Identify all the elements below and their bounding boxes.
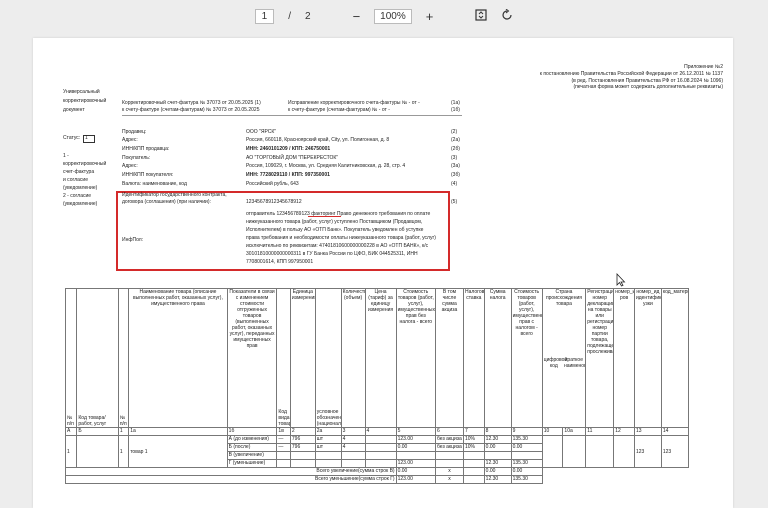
doctype-line-1: Универсальный [63, 89, 100, 95]
contract-value: 12345678912345678912 [246, 199, 302, 205]
appendix-line-2: к постановлению Правительства Российской… [539, 71, 723, 77]
doctype-line-2: корректировочный [63, 98, 107, 104]
appendix-line-4: (печатная форма может содержать дополнит… [573, 84, 723, 90]
th-rate: Налоговая ставка [462, 288, 485, 428]
seller-address-label: Адрес: [122, 137, 138, 143]
mouse-cursor-icon [616, 272, 626, 290]
buyer-inn-label: ИНН/КПП покупателя: [122, 172, 174, 178]
currency-code: (4) [451, 181, 458, 187]
th-tax: Сумма налога [483, 288, 512, 428]
code-1b: (1б) [451, 107, 460, 113]
status-desc-6: 2 - согласие [63, 193, 92, 199]
contract-code: (5) [451, 199, 458, 205]
th-declaration: Регистрационный номер декларации на това… [585, 288, 615, 428]
status-desc-2: корректировочный [63, 161, 107, 167]
th-pos: № п/п [117, 288, 130, 428]
total-increase-row: Всего увеличение(сумма строк В) 0.00 х 0.0… [65, 467, 689, 476]
buyer-address-code: (3а) [451, 163, 460, 169]
correction-line-2: к счету-фактуре (счетам-фактурам) № - от… [288, 107, 390, 113]
th-material-code: код_материала [660, 288, 690, 428]
seller-value: ООО "ЯРСК" [246, 129, 277, 135]
buyer-address-label: Адрес: [122, 163, 138, 169]
infpol-label: ИнфПол: [122, 237, 144, 243]
th-id-shipment: номер_ид идентифик_об_отгр узки [633, 288, 662, 428]
invoice-title: Корректировочный счет-фактура № 37073 от… [122, 100, 261, 106]
th-unit: Единица измерения [289, 288, 316, 428]
th-price: Цена (тариф) за единицу измерения [364, 288, 397, 428]
status-value: 1 [85, 135, 88, 141]
status-label: Статус: [63, 135, 81, 141]
th-indicators: Показатели в связи с изменением стоимост… [226, 288, 278, 428]
contract-label-2: договора (соглашения) (при наличии): [122, 199, 211, 205]
th-id-rows: номер_ид ров [613, 288, 635, 428]
rotate-icon[interactable] [501, 8, 513, 24]
th-excise: В том числе сумма акциза [434, 288, 464, 428]
zoom-in-button[interactable]: + [426, 9, 434, 24]
seller-inn-code: (2б) [451, 146, 460, 152]
th-unit-name: условное обозначение (национальное) [314, 288, 342, 428]
infpol-line-4: права требования и необходимости оплаты … [246, 235, 436, 241]
currency-label: Валюта: наименование, код [122, 181, 187, 187]
seller-address-code: (2а) [451, 137, 460, 143]
doctype-line-3: документ [63, 107, 85, 113]
buyer-code: (3) [451, 155, 458, 161]
page-total: 2 [305, 10, 311, 22]
zoom-level[interactable]: 100% [374, 8, 412, 24]
total-decrease-row: Всего уменьшение(сумма строк Г) 123.00 х 1… [65, 475, 689, 484]
status-desc-3: счет-фактура [63, 169, 95, 175]
table-row: 1 1 товар 1 А (до изменения) —796 шт 4 123.0… [64, 435, 690, 468]
th-qty: Количество (объем) [340, 288, 366, 428]
buyer-address-value: Россия, 109029, г. Москва, ул. Средняя К… [246, 163, 406, 169]
factoring-underline [308, 216, 341, 217]
seller-label: Продавец: [122, 129, 147, 135]
th-cost: Стоимость товаров (работ, услуг), имущес… [395, 288, 436, 428]
correction-line-1: Исправление корректировочного счета-факт… [288, 100, 420, 106]
contract-label-1: Идентификатор государственного контракта… [122, 192, 227, 198]
code-1a: (1а) [451, 100, 460, 106]
buyer-value: АО "ТОРГОВЫЙ ДОМ "ПЕРЕКРЕСТОК" [246, 155, 339, 161]
header-divider [122, 115, 462, 116]
infpol-line-6: 30101810000000000311 в ГУ Банка России п… [246, 251, 418, 257]
table-header-row: № п/п Код товара/ работ, услуг № п/п Наи… [64, 288, 690, 428]
appendix-line-1: Приложение №2 [684, 64, 723, 70]
infpol-line-7: 7708001614, КПП 997950001 [246, 259, 314, 265]
zoom-out-button[interactable]: − [353, 9, 361, 24]
status-desc-5: (уведомление) [63, 185, 98, 191]
seller-address-value: Россия, 660118, Красноярский край, City,… [246, 137, 390, 143]
th-total: Стоимость товаров (работ, услуг), имущес… [510, 288, 543, 428]
column-number-row: А Б 1 1а 1б 1в 2 2а 3 4 5 6 7 8 9 10 10а 11 12 13 14 [64, 427, 690, 436]
page-number-input[interactable]: 1 [254, 8, 275, 24]
th-country: Страна происхождения товара цифровой код… [541, 288, 587, 428]
currency-value: Российский рубль, 643 [246, 181, 299, 187]
status-desc-1: 1 - [63, 153, 69, 159]
page-separator: / [288, 10, 291, 22]
buyer-label: Покупатель: [122, 155, 151, 161]
th-code: Код товара/ работ, услуг [76, 288, 119, 428]
seller-code: (2) [451, 129, 458, 135]
infpol-line-3: Исполнителем) в пользу АО «ОТП Банк». По… [246, 227, 424, 233]
status-desc-4: и согласие [63, 177, 89, 183]
th-name: Наименование товара (описание выполненны… [128, 288, 228, 428]
goods-table: № п/п Код товара/ работ, услуг № п/п Наи… [64, 288, 690, 484]
fit-page-icon[interactable] [475, 8, 487, 24]
seller-inn-value: ИНН: 2460101209 / КПП: 246750001 [246, 146, 331, 152]
buyer-inn-code: (3б) [451, 172, 460, 178]
th-kind: Код вида товара [276, 288, 291, 428]
status-desc-7: (уведомление) [63, 201, 98, 207]
buyer-inn-value: ИНН: 7728029110 / КПП: 997350001 [246, 172, 330, 178]
seller-inn-label: ИНН/КПП продавца: [122, 146, 170, 152]
invoice-base: к счету-фактуре (счетам-фактурам) № 3707… [122, 107, 260, 113]
infpol-line-5: исключительно по реквизитам: 47401810600… [246, 243, 429, 249]
product-name: товар 1 [128, 435, 228, 468]
document-page: Приложение №2 к постановлению Правительс… [33, 38, 733, 508]
th-num: № п/п [64, 288, 78, 428]
infpol-line-2: нижеуказанного товара (работ, услуг) уст… [246, 219, 423, 225]
viewer-toolbar: 1 / 2 − 100% + [0, 0, 768, 32]
